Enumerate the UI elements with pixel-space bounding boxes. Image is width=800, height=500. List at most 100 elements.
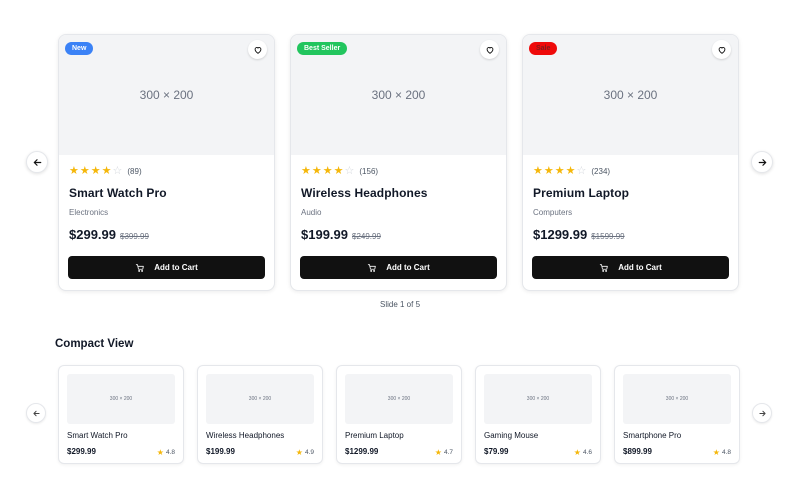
compact-product-card[interactable]: 300 × 200 Smart Watch Pro $299.99 ★ 4.8 bbox=[58, 365, 184, 464]
star-icon: ★ bbox=[333, 164, 344, 177]
star-outline-icon: ☆ bbox=[112, 164, 123, 177]
review-count: (234) bbox=[591, 166, 611, 176]
product-badge: Sale bbox=[529, 42, 558, 55]
heart-icon bbox=[254, 46, 261, 54]
review-count: (156) bbox=[359, 166, 379, 176]
compact-next-button[interactable] bbox=[752, 403, 772, 423]
star-icon: ★ bbox=[533, 164, 543, 177]
wishlist-button[interactable] bbox=[248, 40, 267, 59]
product-price: $1299.99 bbox=[533, 227, 588, 242]
arrow-left-icon bbox=[32, 410, 40, 416]
rating-value: 4.8 bbox=[165, 449, 175, 456]
product-badge: Best Seller bbox=[297, 42, 348, 55]
compact-product-card[interactable]: 300 × 200 Wireless Headphones $199.99 ★ 4… bbox=[197, 365, 323, 464]
product-image-placeholder: 300 × 200 bbox=[345, 374, 453, 424]
featured-prev-button[interactable] bbox=[26, 151, 48, 173]
product-card[interactable]: 300 × 200 Best Seller ★ ★ ★ ★ ☆ (156) Wirele… bbox=[290, 34, 507, 291]
image-size-label: 300 × 200 bbox=[139, 88, 194, 102]
section-title: Compact View bbox=[55, 338, 134, 350]
image-size-label: 300 × 200 bbox=[603, 88, 658, 102]
star-outline-icon: ☆ bbox=[344, 164, 355, 177]
product-rating: ★ 4.8 bbox=[713, 447, 731, 458]
star-icon: ★ bbox=[565, 164, 576, 177]
image-size-label: 300 × 200 bbox=[371, 88, 426, 102]
product-rating: ★ 4.8 bbox=[157, 447, 175, 458]
wishlist-button[interactable] bbox=[480, 40, 499, 59]
product-price: $1299.99 bbox=[345, 447, 379, 456]
rating-value: 4.8 bbox=[721, 449, 731, 456]
product-price: $79.99 bbox=[484, 447, 509, 456]
star-icon: ★ bbox=[573, 448, 581, 457]
review-count: (89) bbox=[127, 166, 142, 176]
slide-indicator: Slide 1 of 5 bbox=[379, 300, 421, 309]
add-to-cart-label: Add to Cart bbox=[386, 263, 430, 272]
image-size-label: 300 × 200 bbox=[109, 396, 133, 402]
product-old-price: $399.99 bbox=[120, 232, 149, 241]
product-price: $199.99 bbox=[301, 227, 348, 242]
star-icon: ★ bbox=[543, 164, 554, 177]
add-to-cart-label: Add to Cart bbox=[154, 263, 198, 272]
image-size-label: 300 × 200 bbox=[665, 396, 689, 402]
shopping-cart-icon bbox=[368, 263, 376, 272]
star-icon: ★ bbox=[79, 164, 90, 177]
product-image-placeholder: 300 × 200 bbox=[623, 374, 731, 424]
heart-icon bbox=[486, 46, 493, 54]
star-icon: ★ bbox=[295, 448, 303, 457]
product-image-placeholder: 300 × 200 bbox=[67, 374, 175, 424]
product-image-placeholder: 300 × 200 bbox=[484, 374, 592, 424]
arrow-right-icon bbox=[758, 158, 766, 166]
star-icon: ★ bbox=[311, 164, 322, 177]
compact-product-card[interactable]: 300 × 200 Gaming Mouse $79.99 ★ 4.6 bbox=[475, 365, 601, 464]
product-badge: New bbox=[65, 42, 94, 55]
product-old-price: $1599.99 bbox=[591, 232, 625, 241]
wishlist-button[interactable] bbox=[712, 40, 731, 59]
star-icon: ★ bbox=[101, 164, 112, 177]
image-size-label: 300 × 200 bbox=[526, 396, 550, 402]
product-rating: ★ 4.9 bbox=[296, 447, 314, 458]
add-to-cart-button[interactable]: Add to Cart bbox=[68, 256, 265, 279]
product-card[interactable]: 300 × 200 New ★ ★ ★ ★ ☆ (89) Smart Watch Pro… bbox=[58, 34, 275, 291]
compact-product-card[interactable]: 300 × 200 Smartphone Pro $899.99 ★ 4.8 bbox=[614, 365, 740, 464]
star-outline-icon: ☆ bbox=[576, 164, 587, 177]
product-rating: ★ 4.7 bbox=[435, 447, 453, 458]
product-category: Computers bbox=[533, 208, 573, 217]
product-name: Gaming Mouse bbox=[484, 431, 539, 440]
product-image-placeholder: 300 × 200 Best Seller bbox=[291, 35, 506, 155]
product-name: Smart Watch Pro bbox=[67, 431, 128, 440]
star-icon: ★ bbox=[156, 448, 164, 457]
arrow-right-icon bbox=[758, 410, 766, 416]
product-name: Premium Laptop bbox=[345, 431, 404, 440]
star-icon: ★ bbox=[69, 164, 79, 177]
product-name: Premium Laptop bbox=[533, 186, 630, 200]
product-price: $899.99 bbox=[623, 447, 652, 456]
shopping-cart-icon bbox=[600, 263, 608, 272]
add-to-cart-label: Add to Cart bbox=[618, 263, 662, 272]
image-size-label: 300 × 200 bbox=[248, 396, 272, 402]
product-name: Smart Watch Pro bbox=[69, 186, 167, 200]
add-to-cart-button[interactable]: Add to Cart bbox=[532, 256, 729, 279]
product-image-placeholder: 300 × 200 Sale bbox=[523, 35, 738, 155]
shopping-cart-icon bbox=[136, 263, 144, 272]
rating-stars: ★ ★ ★ ★ ☆ (89) bbox=[69, 165, 264, 177]
star-icon: ★ bbox=[90, 164, 101, 177]
product-price: $299.99 bbox=[67, 447, 96, 456]
rating-value: 4.7 bbox=[443, 449, 453, 456]
rating-value: 4.6 bbox=[582, 449, 592, 456]
product-category: Electronics bbox=[69, 208, 109, 217]
product-card[interactable]: 300 × 200 Sale ★ ★ ★ ★ ☆ (234) Premium Lapto… bbox=[522, 34, 739, 291]
compact-product-card[interactable]: 300 × 200 Premium Laptop $1299.99 ★ 4.7 bbox=[336, 365, 462, 464]
product-name: Smartphone Pro bbox=[623, 431, 682, 440]
star-icon: ★ bbox=[322, 164, 333, 177]
featured-next-button[interactable] bbox=[751, 151, 773, 173]
image-size-label: 300 × 200 bbox=[387, 396, 411, 402]
product-image-placeholder: 300 × 200 New bbox=[59, 35, 274, 155]
add-to-cart-button[interactable]: Add to Cart bbox=[300, 256, 497, 279]
product-price: $199.99 bbox=[206, 447, 235, 456]
rating-stars: ★ ★ ★ ★ ☆ (234) bbox=[533, 165, 728, 177]
star-icon: ★ bbox=[434, 448, 442, 457]
star-icon: ★ bbox=[712, 448, 720, 457]
rating-value: 4.9 bbox=[304, 449, 314, 456]
product-name: Wireless Headphones bbox=[301, 186, 428, 200]
compact-prev-button[interactable] bbox=[26, 403, 46, 423]
product-category: Audio bbox=[301, 208, 322, 217]
